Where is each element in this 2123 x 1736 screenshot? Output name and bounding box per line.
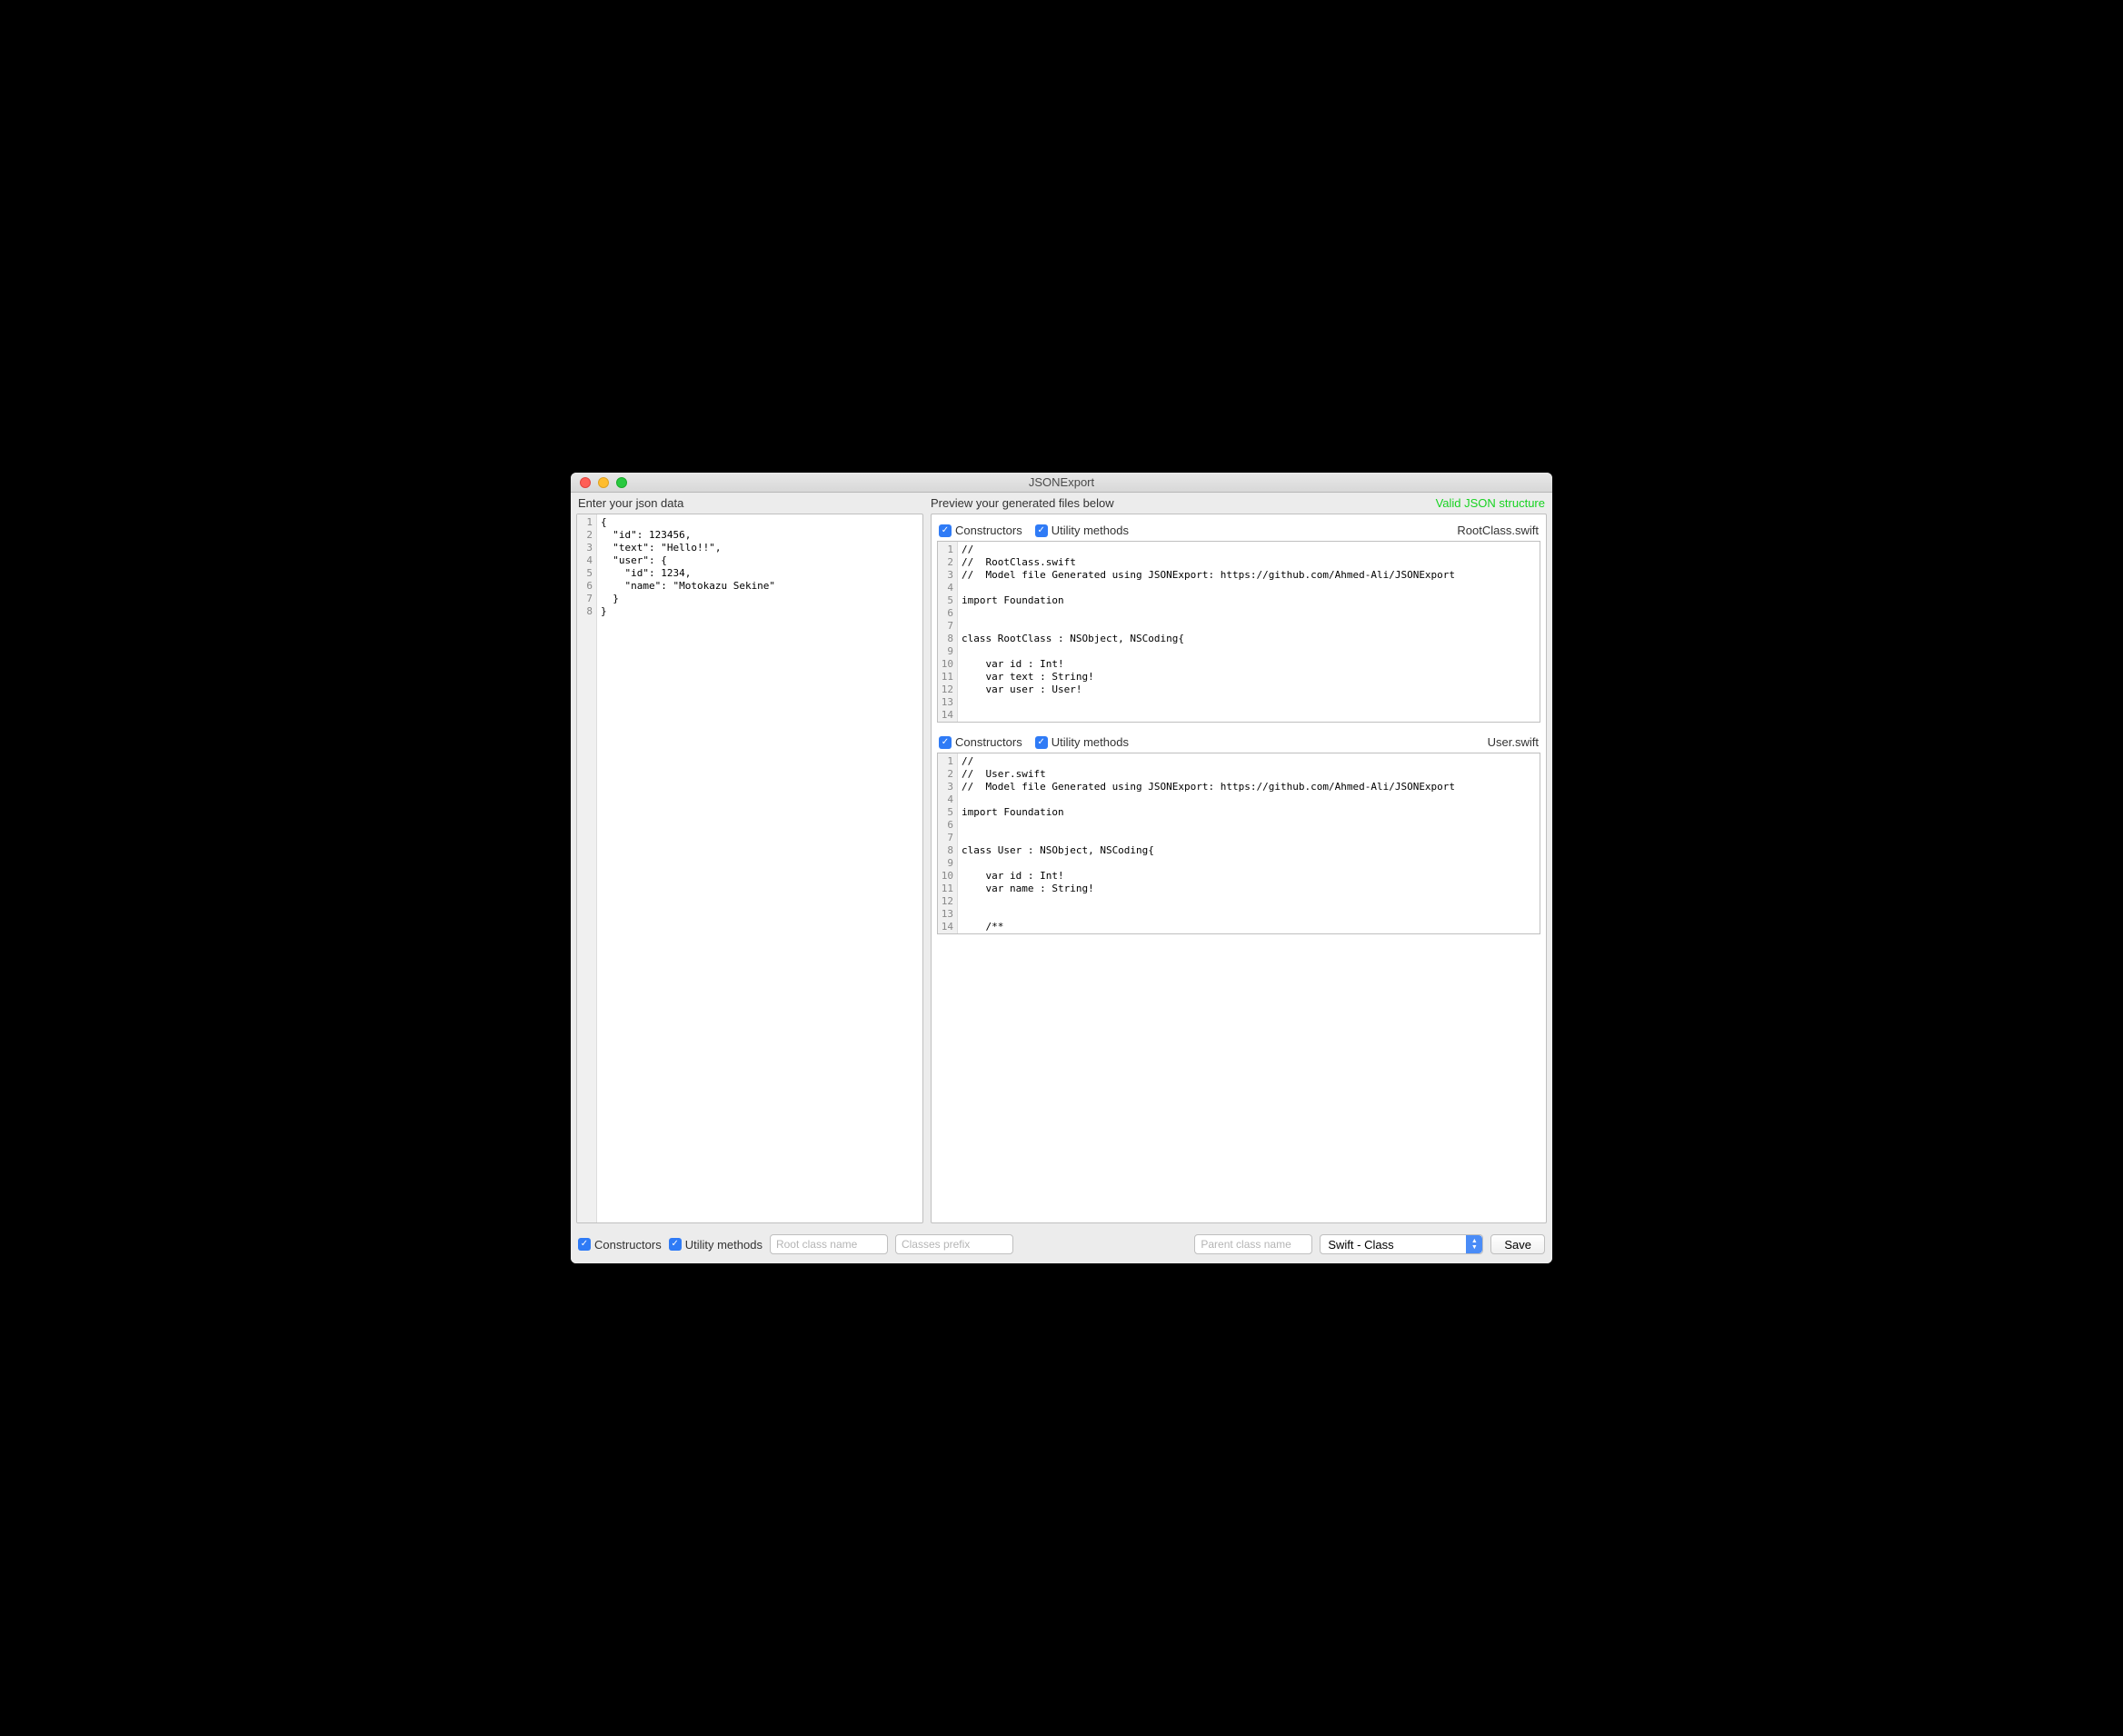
close-icon[interactable] [580,477,591,488]
preview-label: Preview your generated files below [931,496,1436,510]
utility-checkbox[interactable]: ✓ Utility methods [1035,524,1129,537]
minimize-icon[interactable] [598,477,609,488]
utility-label: Utility methods [1052,524,1129,537]
generated-code[interactable]: // // RootClass.swift // Model file Gene… [958,542,1540,722]
checkmark-icon: ✓ [669,1238,682,1251]
utility-label: Utility methods [685,1238,762,1252]
preview-block: ✓ Constructors ✓ Utility methods User.sw… [937,732,1540,934]
language-select[interactable]: Swift - Class ▲▼ [1320,1234,1483,1254]
header-row: Enter your json data Preview your genera… [571,493,1552,514]
checkmark-icon: ✓ [939,736,952,749]
window-title: JSONExport [571,475,1552,489]
constructors-label: Constructors [955,735,1022,749]
preview-header: ✓ Constructors ✓ Utility methods RootCla… [937,520,1540,541]
checkmark-icon: ✓ [578,1238,591,1251]
preview-code[interactable]: 1 2 3 4 5 6 7 8 9 10 11 12 13 14 15 // /… [937,753,1540,934]
classes-prefix-input[interactable] [895,1234,1013,1254]
app-window: JSONExport Enter your json data Preview … [571,473,1552,1263]
json-status: Valid JSON structure [1436,496,1545,510]
checkmark-icon: ✓ [1035,524,1048,537]
utility-label: Utility methods [1052,735,1129,749]
titlebar: JSONExport [571,473,1552,493]
footer-constructors-checkbox[interactable]: ✓ Constructors [578,1238,662,1252]
constructors-label: Constructors [955,524,1022,537]
footer-utility-checkbox[interactable]: ✓ Utility methods [669,1238,762,1252]
zoom-icon[interactable] [616,477,627,488]
json-code[interactable]: { "id": 123456, "text": "Hello!!", "user… [597,514,922,1222]
save-button[interactable]: Save [1490,1234,1545,1254]
parent-class-input[interactable] [1194,1234,1312,1254]
chevron-updown-icon: ▲▼ [1466,1235,1482,1253]
preview-header: ✓ Constructors ✓ Utility methods User.sw… [937,732,1540,753]
root-class-input[interactable] [770,1234,888,1254]
preview-pane: ✓ Constructors ✓ Utility methods RootCla… [931,514,1547,1223]
content: 1 2 3 4 5 6 7 8 { "id": 123456, "text": … [571,514,1552,1229]
line-gutter: 1 2 3 4 5 6 7 8 9 10 11 12 13 14 15 [938,753,958,933]
preview-filename: User.swift [1488,735,1539,749]
json-input-pane[interactable]: 1 2 3 4 5 6 7 8 { "id": 123456, "text": … [576,514,923,1223]
language-value: Swift - Class [1328,1238,1393,1252]
preview-filename: RootClass.swift [1457,524,1539,537]
preview-code[interactable]: 1 2 3 4 5 6 7 8 9 10 11 12 13 14 15 // /… [937,541,1540,723]
utility-checkbox[interactable]: ✓ Utility methods [1035,735,1129,749]
traffic-lights [571,477,627,488]
generated-code[interactable]: // // User.swift // Model file Generated… [958,753,1540,933]
footer: ✓ Constructors ✓ Utility methods Swift -… [571,1229,1552,1263]
constructors-checkbox[interactable]: ✓ Constructors [939,735,1022,749]
line-gutter: 1 2 3 4 5 6 7 8 9 10 11 12 13 14 15 [938,542,958,722]
preview-block: ✓ Constructors ✓ Utility methods RootCla… [937,520,1540,723]
line-gutter: 1 2 3 4 5 6 7 8 [577,514,597,1222]
constructors-label: Constructors [594,1238,662,1252]
checkmark-icon: ✓ [1035,736,1048,749]
save-label: Save [1504,1238,1531,1252]
constructors-checkbox[interactable]: ✓ Constructors [939,524,1022,537]
input-label: Enter your json data [578,496,931,510]
checkmark-icon: ✓ [939,524,952,537]
